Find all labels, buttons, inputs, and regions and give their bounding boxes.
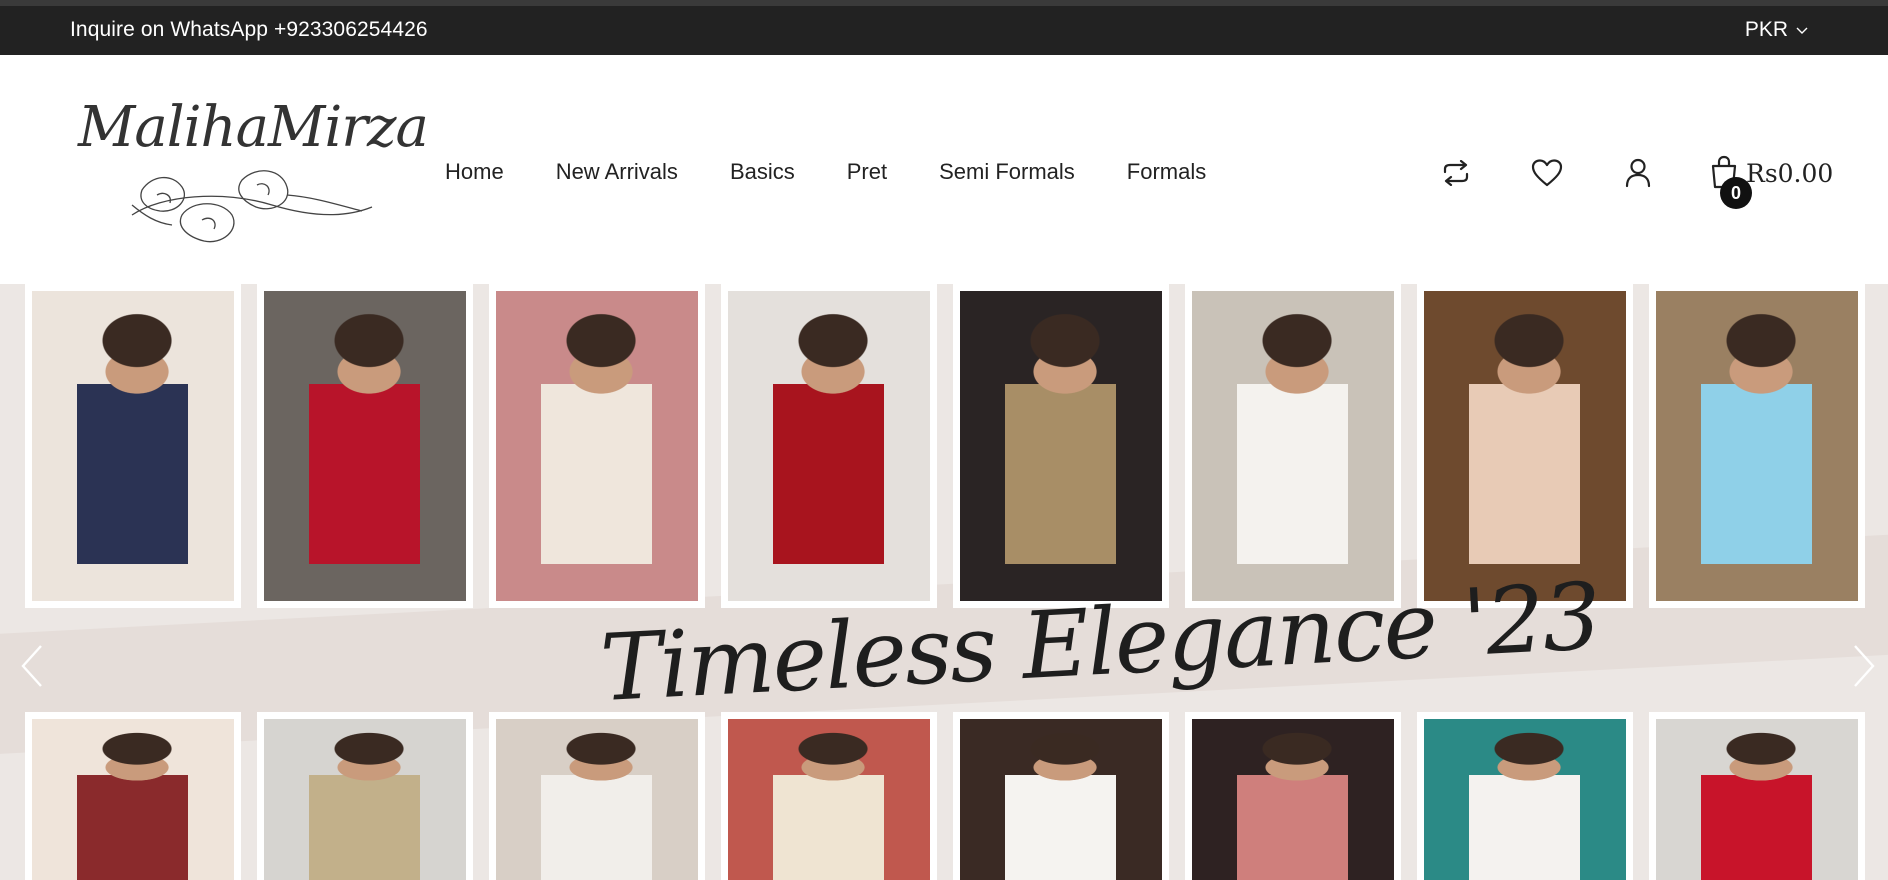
nav-new-arrivals[interactable]: New Arrivals [556,159,678,185]
banner-photo-bottom-3 [489,712,705,880]
banner-photo-bottom-1 [25,712,241,880]
banner-photo-top-image-5 [960,291,1162,601]
banner-photo-top-6 [1185,284,1401,608]
banner-photo-bottom-image-8 [1656,719,1858,880]
chevron-left-icon [21,645,42,687]
banner-photo-top-image-6 [1192,291,1394,601]
banner-photo-top-image-3 [496,291,698,601]
whatsapp-inquiry-link[interactable]: Inquire on WhatsApp +923306254426 [70,18,428,42]
cart-button[interactable]: 0 Rs0.00 [1710,155,1834,209]
banner-photo-top-1 [25,284,241,608]
nav-basics[interactable]: Basics [730,159,795,185]
nav-home[interactable]: Home [445,159,504,185]
main-navigation: Home New Arrivals Basics Pret Semi Forma… [445,159,1206,185]
currency-selector[interactable]: PKR [1745,18,1808,42]
cart-count-badge: 0 [1720,177,1752,209]
banner-photo-top-4 [721,284,937,608]
chevron-down-icon [1796,24,1808,38]
currency-label: PKR [1744,18,1788,41]
banner-photo-bottom-5 [953,712,1169,880]
banner-photo-top-image-2 [264,291,466,601]
banner-photo-bottom-image-5 [960,719,1162,880]
banner-photo-bottom-image-7 [1424,719,1626,880]
banner-photo-top-image-7 [1424,291,1626,601]
nav-pret[interactable]: Pret [847,159,887,185]
banner-photo-bottom-8 [1649,712,1865,880]
site-header: MalihaMirza Home New Arrivals Basics Pre… [0,55,1888,284]
account-user-icon[interactable] [1620,155,1656,191]
banner-photo-top-5 [953,284,1169,608]
banner-photo-bottom-image-1 [32,719,234,880]
banner-photo-top-8 [1649,284,1865,608]
banner-photo-bottom-image-3 [496,719,698,880]
banner-photo-bottom-4 [721,712,937,880]
announcement-bar: Inquire on WhatsApp +923306254426 PKR [0,6,1888,55]
banner-photo-bottom-image-2 [264,719,466,880]
wishlist-heart-icon[interactable] [1529,155,1565,191]
cart-bag-icon: 0 [1710,155,1752,209]
banner-photo-top-3 [489,284,705,608]
hero-banner-slider[interactable]: Timeless Elegance '23 [0,284,1888,880]
banner-photo-top-image-1 [32,291,234,601]
header-actions [1438,155,1656,191]
logo-flower-illustration [131,170,373,243]
banner-photo-bottom-2 [257,712,473,880]
compare-icon[interactable] [1438,155,1474,191]
banner-photo-bottom-image-6 [1192,719,1394,880]
slider-next-arrow[interactable] [1846,636,1882,696]
banner-photo-bottom-image-4 [728,719,930,880]
banner-photo-top-7 [1417,284,1633,608]
slider-prev-arrow[interactable] [14,636,50,696]
nav-formals[interactable]: Formals [1127,159,1206,185]
banner-photo-bottom-6 [1185,712,1401,880]
brand-logo[interactable]: MalihaMirza [72,95,429,260]
banner-photo-top-image-8 [1656,291,1858,601]
chevron-right-icon [1854,645,1875,687]
banner-photo-top-2 [257,284,473,608]
cart-total: Rs0.00 [1746,158,1834,188]
nav-semi-formals[interactable]: Semi Formals [939,159,1075,185]
banner-photo-bottom-7 [1417,712,1633,880]
banner-photo-top-image-4 [728,291,930,601]
